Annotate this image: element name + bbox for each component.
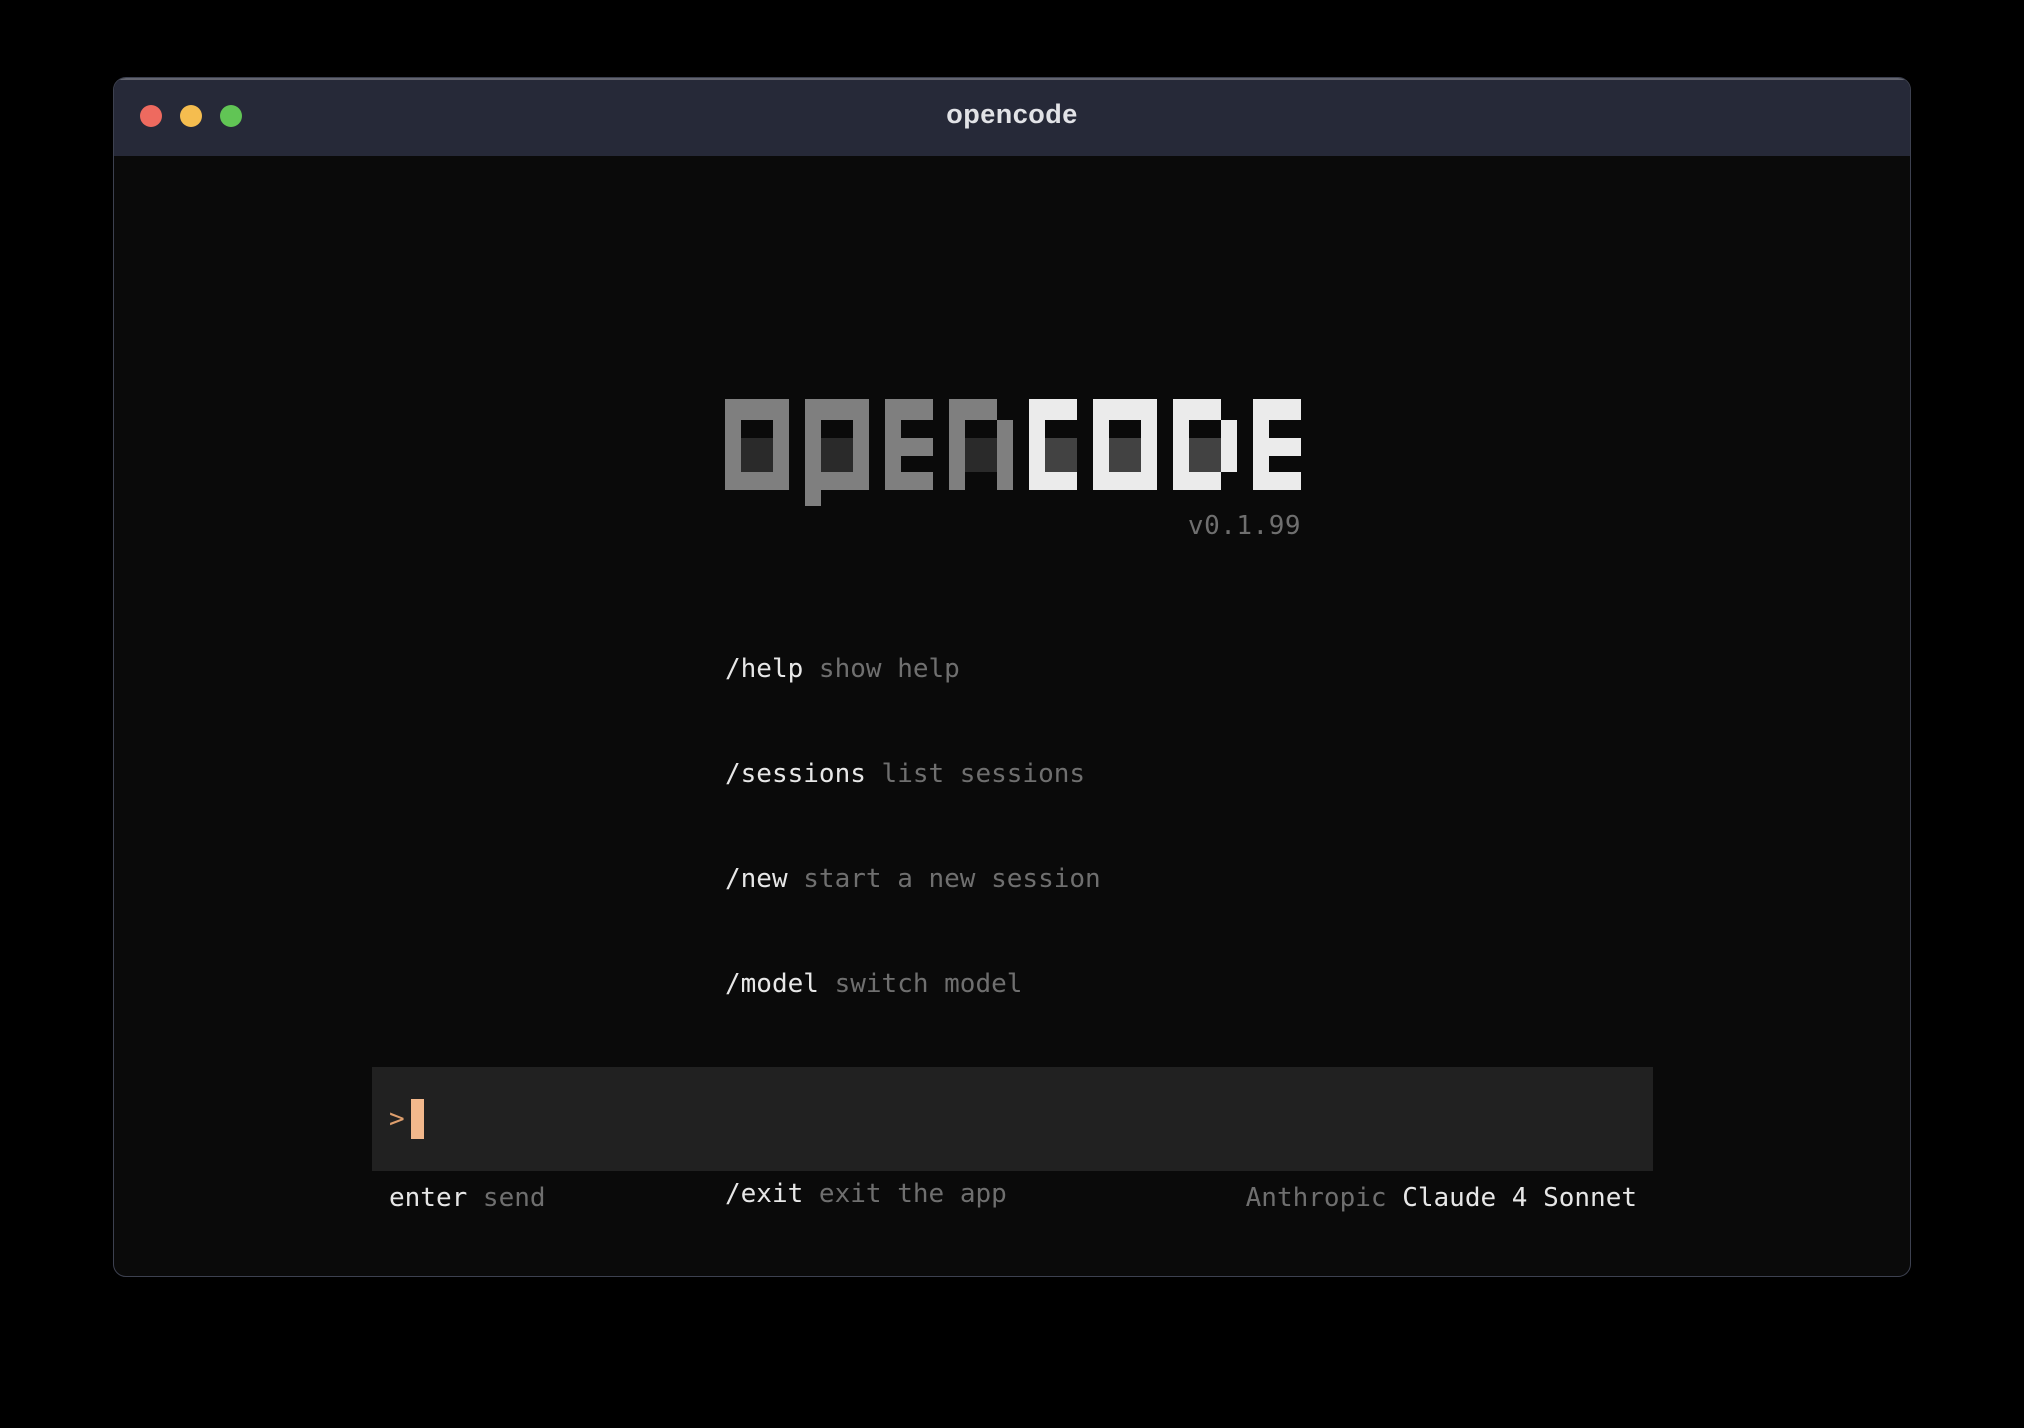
command-description: start a new session [788,864,1101,894]
send-action-label: send [467,1183,545,1213]
prompt-input[interactable]: > [372,1067,1653,1171]
command-name: /new [725,864,788,894]
send-hint: enter send [389,1182,546,1214]
provider-label: Anthropic [1246,1183,1387,1213]
logo-counters-code [1045,438,1221,472]
model-name-label: Claude 4 Sonnet [1387,1183,1637,1213]
window-title: opencode [946,99,1078,130]
command-name: /model [725,969,819,999]
prompt-caret-icon: > [389,1104,405,1134]
traffic-lights [140,105,242,127]
command-description: list sessions [866,759,1085,789]
model-indicator: Anthropic Claude 4 Sonnet [1246,1182,1637,1214]
command-item-sessions: /sessions list sessions [725,757,1101,792]
minimize-button[interactable] [180,105,202,127]
close-button[interactable] [140,105,162,127]
command-item-new: /new start a new session [725,862,1101,897]
command-name: /sessions [725,759,866,789]
opencode-window: opencode [113,77,1911,1277]
command-item-model: /model switch model [725,967,1101,1002]
enter-key-label: enter [389,1183,467,1213]
main-content: v0.1.99 /help show help /sessions list s… [114,156,1910,1277]
zoom-button[interactable] [220,105,242,127]
command-name: /help [725,654,803,684]
text-cursor [411,1099,424,1139]
command-description: show help [803,654,960,684]
version-label: v0.1.99 [725,511,1301,541]
command-list: /help show help /sessions list sessions … [725,582,1101,1277]
command-item-help: /help show help [725,652,1101,687]
status-bar: enter send Anthropic Claude 4 Sonnet [372,1182,1653,1214]
opencode-logo [725,399,1301,506]
command-description: switch model [819,969,1023,999]
titlebar: opencode [114,78,1910,156]
